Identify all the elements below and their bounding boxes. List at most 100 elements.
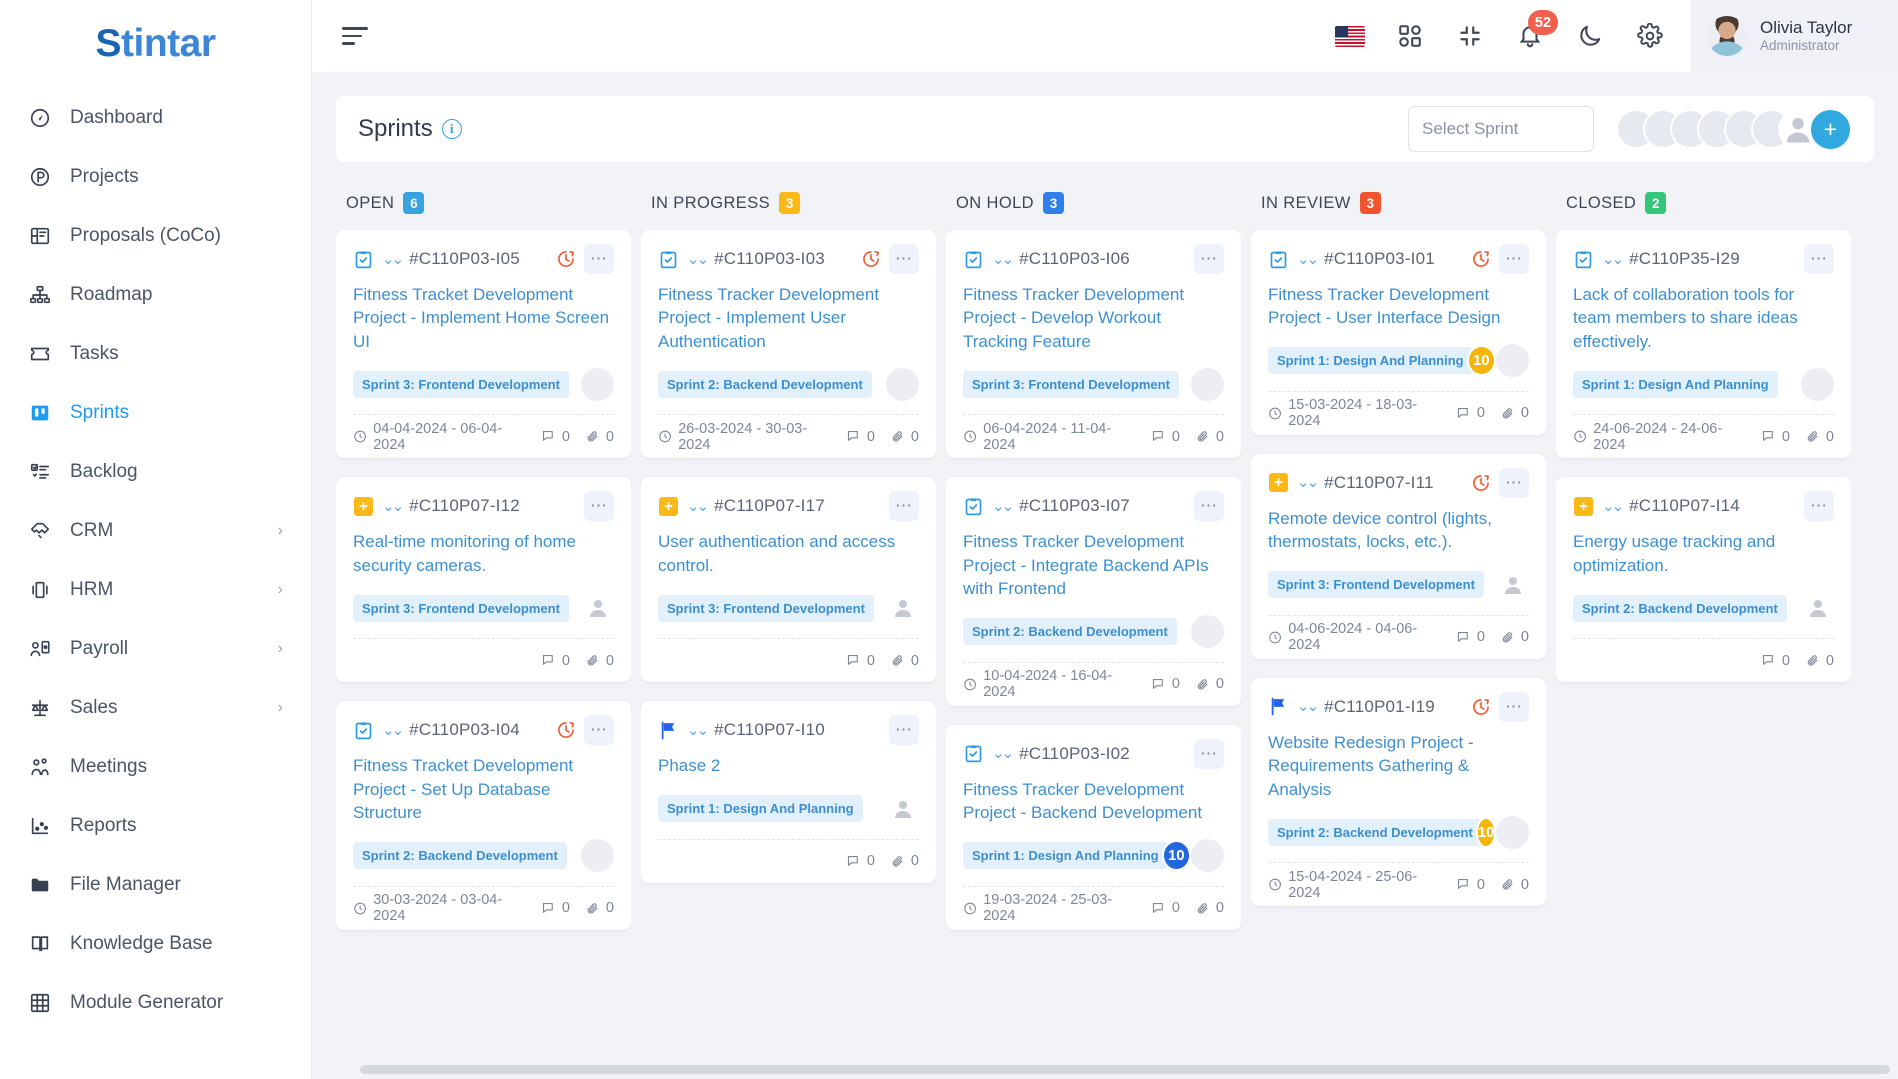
card-id[interactable]: #C110P03-I05: [409, 249, 520, 269]
sprint-card[interactable]: ⌄⌄ #C110P03-I01 ⋯ Fitness Tracker Developme…: [1251, 230, 1546, 435]
card-title[interactable]: Fitness Tracker Development Project - Im…: [658, 283, 919, 353]
card-assignee-avatar[interactable]: [1191, 367, 1224, 401]
card-assignee-avatar[interactable]: [1191, 839, 1224, 873]
card-more-options-button[interactable]: ⋯: [584, 491, 614, 522]
card-more-options-button[interactable]: ⋯: [1194, 491, 1224, 522]
card-sprint-chip[interactable]: Sprint 1: Design And Planning: [1573, 370, 1778, 398]
hamburger-icon[interactable]: [342, 19, 376, 53]
card-title[interactable]: Remote device control (lights, thermosta…: [1268, 507, 1529, 554]
card-more-options-button[interactable]: ⋯: [889, 491, 919, 522]
sidebar-item-tasks[interactable]: Tasks: [0, 324, 311, 383]
bell-icon[interactable]: 52: [1515, 10, 1558, 51]
chevron-double-down-icon[interactable]: ⌄⌄: [382, 252, 404, 267]
info-icon[interactable]: i: [441, 119, 462, 139]
card-assignee-avatar[interactable]: [1191, 615, 1224, 649]
sidebar-item-module-generator[interactable]: Module Generator: [0, 973, 311, 1032]
card-id[interactable]: #C110P07-I12: [409, 496, 520, 516]
card-title[interactable]: Energy usage tracking and optimization.: [1573, 530, 1834, 577]
chevron-double-down-icon[interactable]: ⌄⌄: [382, 499, 404, 514]
card-more-options-button[interactable]: ⋯: [584, 715, 614, 746]
gear-icon[interactable]: [1635, 21, 1665, 51]
card-sprint-chip[interactable]: Sprint 2: Backend Development: [353, 842, 567, 870]
chevron-double-down-icon[interactable]: ⌄⌄: [992, 746, 1014, 761]
card-assignee-avatar[interactable]: [1496, 344, 1529, 378]
apps-grid-icon[interactable]: [1395, 21, 1425, 51]
chevron-double-down-icon[interactable]: ⌄⌄: [992, 499, 1014, 514]
sprint-card[interactable]: + ⌄⌄ #C110P07-I11 ⋯ Remote device control (l…: [1251, 453, 1546, 659]
card-title[interactable]: Website Redesign Project - Requirements …: [1268, 731, 1529, 801]
card-assignee-placeholder[interactable]: [886, 592, 919, 625]
chevron-double-down-icon[interactable]: ⌄⌄: [1602, 252, 1624, 267]
card-assignee-avatar[interactable]: [1801, 367, 1834, 401]
chevron-double-down-icon[interactable]: ⌄⌄: [687, 499, 709, 514]
card-more-options-button[interactable]: ⋯: [584, 244, 614, 274]
sidebar-item-payroll[interactable]: Payroll ›: [0, 619, 311, 678]
board-horizontal-scrollbar[interactable]: [360, 1065, 1890, 1074]
sprint-card[interactable]: ⌄⌄ #C110P03-I05 ⋯ Fitness Tracket Developme…: [336, 230, 631, 459]
us-flag-icon[interactable]: [1335, 21, 1365, 51]
card-sprint-chip[interactable]: Sprint 3: Frontend Development: [658, 594, 874, 622]
card-title[interactable]: Real-time monitoring of home security ca…: [353, 530, 614, 577]
card-id[interactable]: #C110P03-I01: [1324, 249, 1435, 269]
chevron-double-down-icon[interactable]: ⌄⌄: [1297, 699, 1319, 714]
chevron-double-down-icon[interactable]: ⌄⌄: [992, 252, 1014, 267]
sprint-card[interactable]: ⌄⌄ #C110P35-I29 ⋯ Lack of collaboration too…: [1556, 230, 1851, 459]
card-sprint-chip[interactable]: Sprint 2: Backend Development: [658, 370, 872, 398]
card-more-options-button[interactable]: ⋯: [1804, 244, 1834, 274]
sidebar-item-knowledge-base[interactable]: Knowledge Base: [0, 914, 311, 973]
card-sprint-chip[interactable]: Sprint 1: Design And Planning: [1268, 347, 1473, 375]
card-sprint-chip[interactable]: Sprint 3: Frontend Development: [963, 370, 1179, 398]
sprint-card[interactable]: + ⌄⌄ #C110P07-I17 ⋯ User authentication and …: [641, 477, 936, 683]
card-id[interactable]: #C110P03-I06: [1019, 249, 1130, 269]
sprint-card[interactable]: ⌄⌄ #C110P07-I10 ⋯ Phase 2 Sprint 1: Design A…: [641, 701, 936, 883]
card-more-options-button[interactable]: ⋯: [1499, 244, 1529, 274]
card-more-options-button[interactable]: ⋯: [1499, 467, 1529, 498]
card-assignee-avatar[interactable]: [1496, 815, 1530, 849]
sidebar-item-sales[interactable]: Sales ›: [0, 678, 311, 737]
card-sprint-chip[interactable]: Sprint 3: Frontend Development: [353, 594, 569, 622]
sidebar-item-crm[interactable]: CRM ›: [0, 501, 311, 560]
chevron-double-down-icon[interactable]: ⌄⌄: [1297, 475, 1319, 490]
sidebar-item-projects[interactable]: Projects: [0, 147, 311, 206]
sprint-card[interactable]: + ⌄⌄ #C110P07-I14 ⋯ Energy usage tracking an…: [1556, 477, 1851, 683]
sprint-card[interactable]: + ⌄⌄ #C110P07-I12 ⋯ Real-time monitoring of …: [336, 477, 631, 683]
card-title[interactable]: Fitness Tracker Development Project - De…: [963, 283, 1224, 353]
card-sprint-chip[interactable]: Sprint 1: Design And Planning: [658, 795, 863, 823]
sprint-card[interactable]: ⌄⌄ #C110P03-I06 ⋯ Fitness Tracker Developme…: [946, 230, 1241, 459]
card-more-options-button[interactable]: ⋯: [889, 715, 919, 746]
card-title[interactable]: Fitness Tracket Development Project - Im…: [353, 283, 614, 353]
card-more-options-button[interactable]: ⋯: [1804, 491, 1834, 522]
sprint-card[interactable]: ⌄⌄ #C110P01-I19 ⋯ Website Redesign Project …: [1251, 677, 1546, 907]
card-id[interactable]: #C110P07-I11: [1324, 473, 1434, 493]
card-assignee-placeholder[interactable]: [581, 592, 614, 625]
sprint-card[interactable]: ⌄⌄ #C110P03-I02 ⋯ Fitness Tracker Developme…: [946, 724, 1241, 930]
card-id[interactable]: #C110P03-I07: [1019, 496, 1130, 516]
sidebar-item-roadmap[interactable]: Roadmap: [0, 265, 311, 324]
compress-icon[interactable]: [1455, 21, 1485, 51]
card-assignee-placeholder[interactable]: [1496, 568, 1529, 601]
card-id[interactable]: #C110P03-I04: [409, 720, 520, 740]
card-id[interactable]: #C110P01-I19: [1324, 697, 1435, 717]
card-assignee-avatar[interactable]: [581, 367, 614, 401]
select-sprint-dropdown[interactable]: Select Sprint: [1408, 106, 1594, 152]
sidebar-item-sprints[interactable]: Sprints: [0, 383, 311, 442]
sidebar-item-reports[interactable]: Reports: [0, 796, 311, 855]
user-profile-menu[interactable]: Olivia Taylor Administrator: [1691, 0, 1898, 72]
brand-logo[interactable]: Stintar: [0, 0, 311, 88]
card-title[interactable]: Fitness Tracket Development Project - Se…: [353, 754, 614, 824]
chevron-double-down-icon[interactable]: ⌄⌄: [1297, 252, 1319, 267]
add-member-button[interactable]: +: [1809, 107, 1852, 151]
card-title[interactable]: Phase 2: [658, 754, 919, 777]
sidebar-item-dashboard[interactable]: Dashboard: [0, 88, 311, 147]
sprint-card[interactable]: ⌄⌄ #C110P03-I04 ⋯ Fitness Tracket Developme…: [336, 701, 631, 930]
sidebar-item-hrm[interactable]: HRM ›: [0, 560, 311, 619]
sprint-card[interactable]: ⌄⌄ #C110P03-I03 ⋯ Fitness Tracker Developme…: [641, 230, 936, 459]
chevron-double-down-icon[interactable]: ⌄⌄: [687, 723, 709, 738]
card-sprint-chip[interactable]: Sprint 3: Frontend Development: [353, 370, 569, 398]
card-title[interactable]: Fitness Tracker Development Project - Ba…: [963, 778, 1224, 825]
scrollbar-thumb[interactable]: [360, 1065, 1890, 1074]
card-assignee-placeholder[interactable]: [1801, 592, 1834, 625]
card-sprint-chip[interactable]: Sprint 2: Backend Development: [1573, 594, 1787, 622]
card-title[interactable]: Lack of collaboration tools for team mem…: [1573, 283, 1834, 353]
card-id[interactable]: #C110P07-I17: [714, 496, 825, 516]
